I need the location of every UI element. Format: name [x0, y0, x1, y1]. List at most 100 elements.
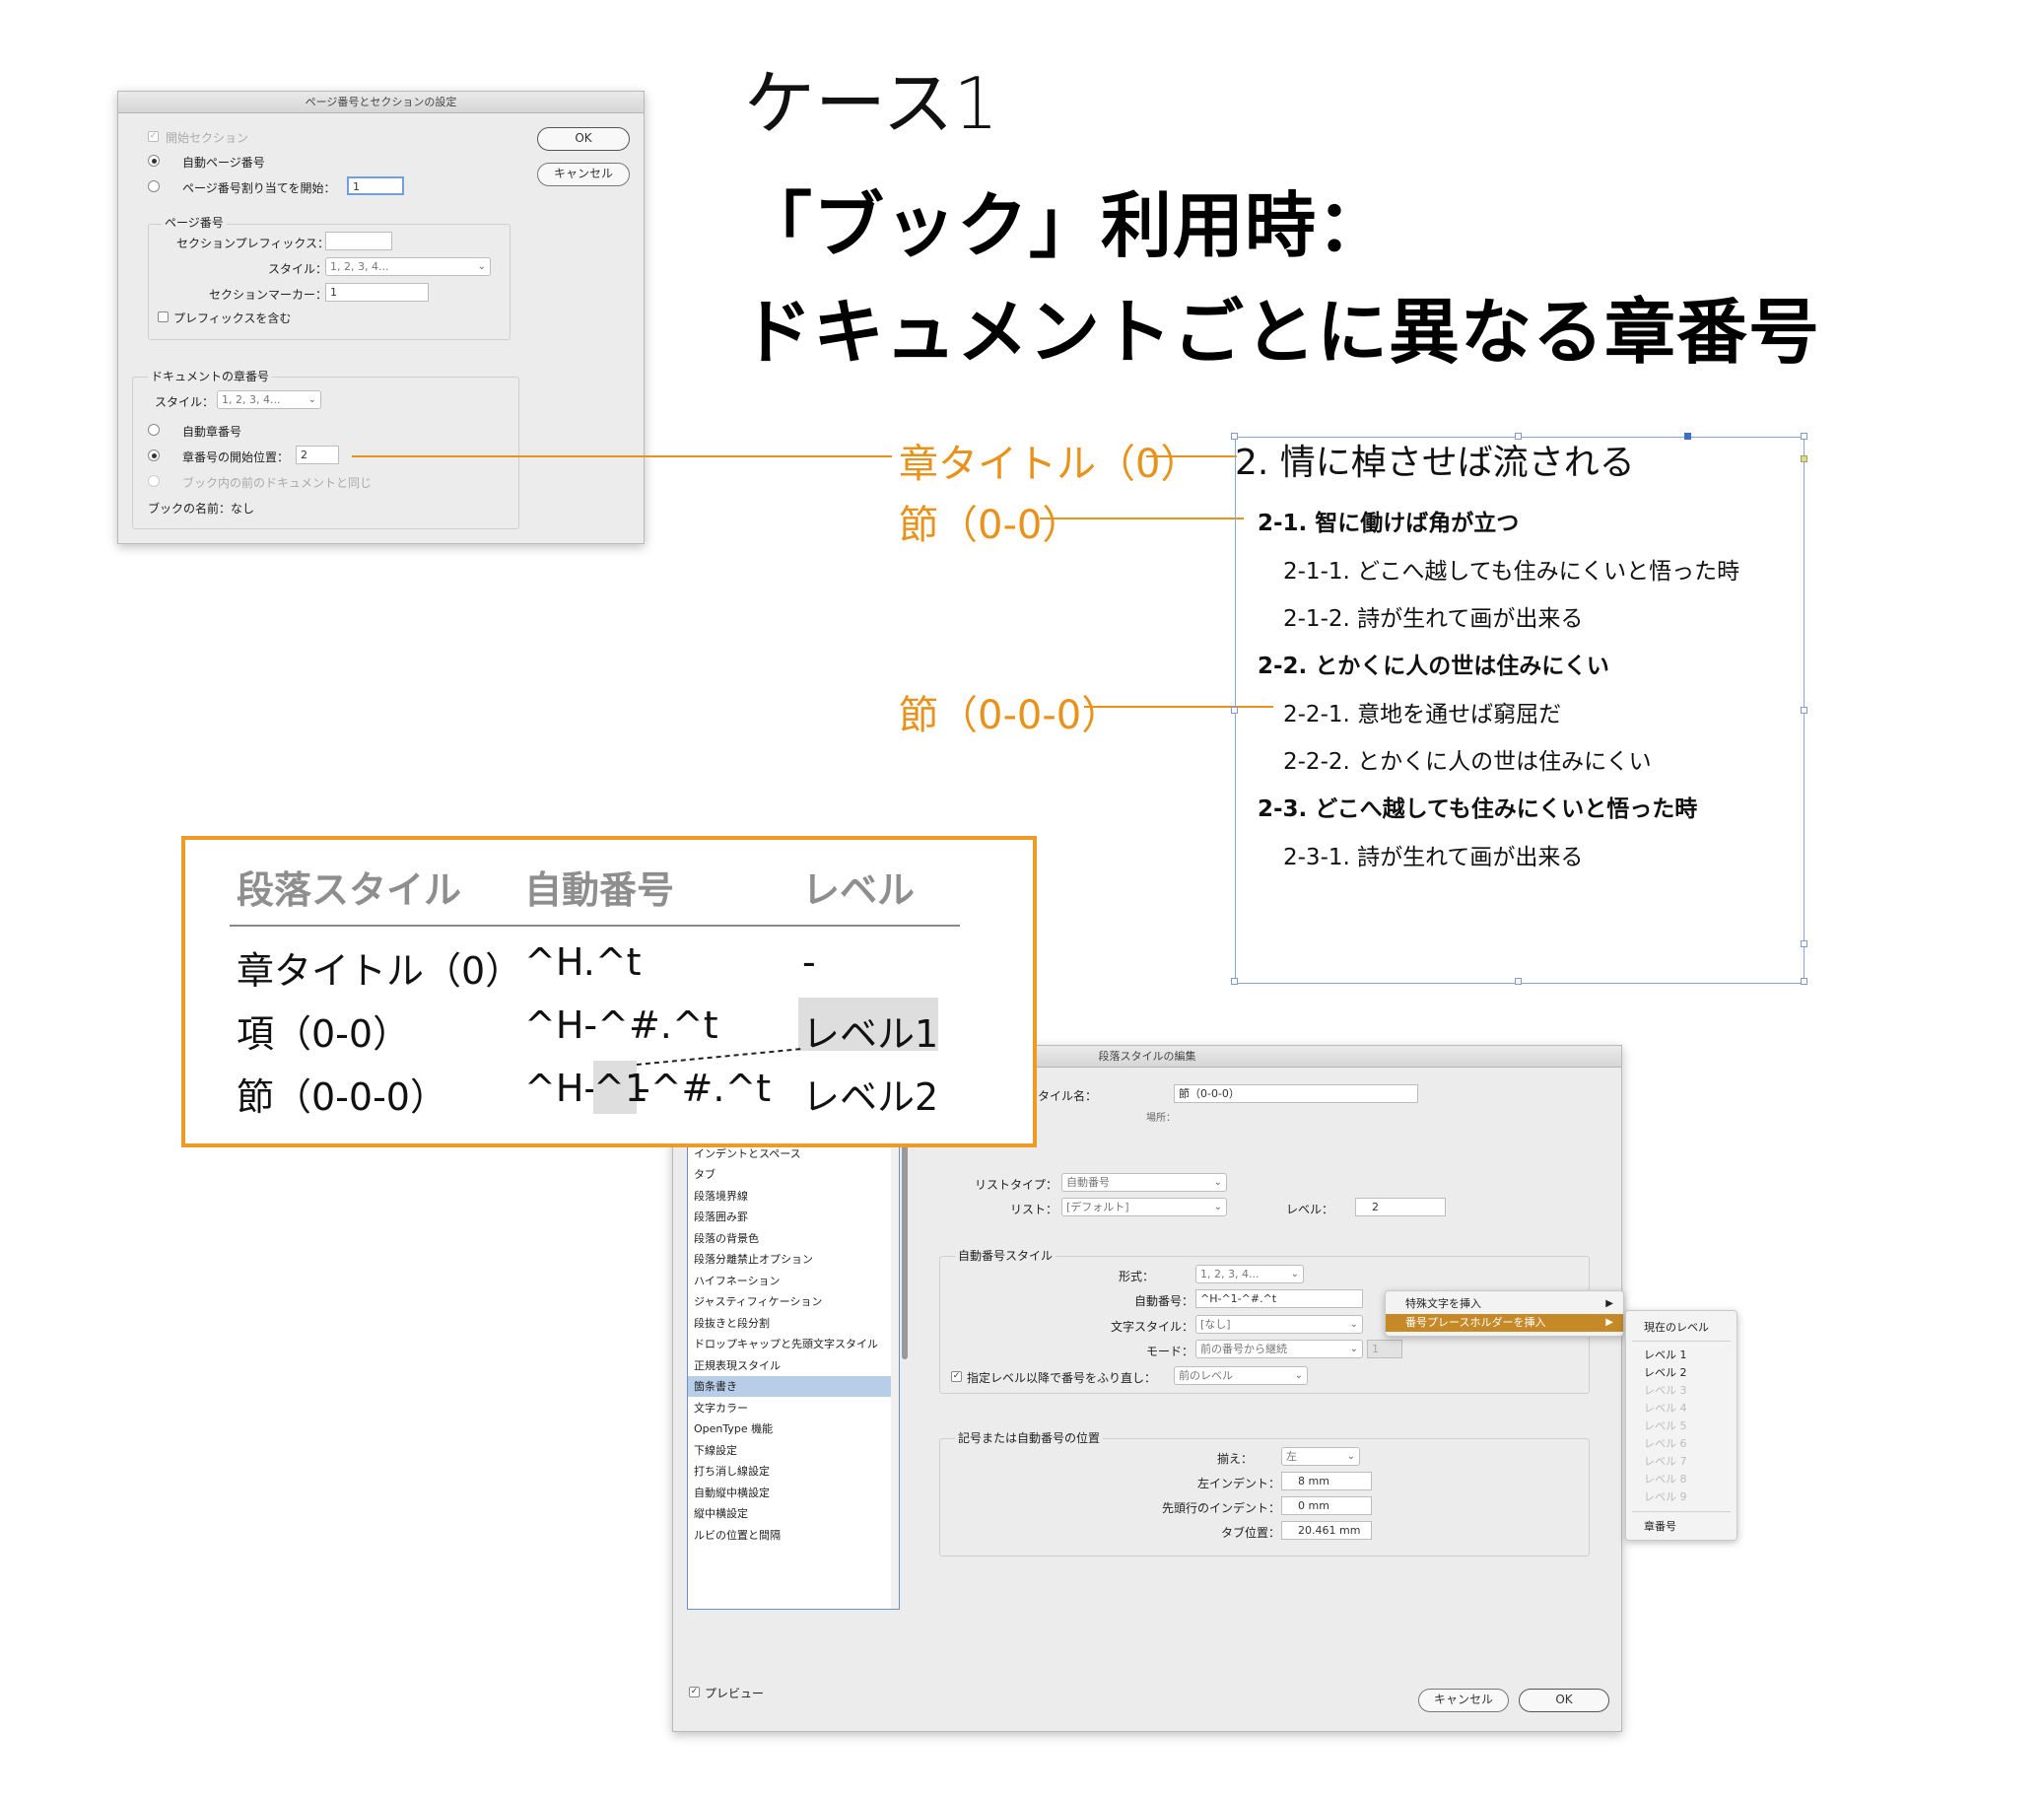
- frame-handle[interactable]: [1801, 978, 1807, 985]
- sample-item: 2-1-2. 詩が生れて画が出来る: [1283, 606, 1584, 632]
- same-as-prev-label: ブック内の前のドキュメントと同じ: [182, 476, 373, 490]
- category-item[interactable]: 段落の背景色: [694, 1230, 759, 1246]
- restart-select[interactable]: 前のレベル ⌄: [1174, 1366, 1308, 1385]
- category-item[interactable]: 縦中横設定: [694, 1505, 748, 1521]
- start-page-radio[interactable]: [148, 180, 160, 192]
- submenu-chapter-number[interactable]: 章番号: [1644, 1518, 1676, 1534]
- auto-chapter-radio[interactable]: [148, 424, 160, 436]
- list-value: [デフォルト]: [1066, 1201, 1129, 1213]
- placeholder-submenu: 現在のレベル レベル 1 レベル 2 レベル 3 レベル 4 レベル 5 レベル…: [1625, 1310, 1737, 1541]
- char-style-select[interactable]: [なし] ⌄: [1195, 1315, 1363, 1334]
- menu-item-placeholder[interactable]: 番号プレースホルダーを挿入 ▶: [1386, 1314, 1623, 1332]
- frame-handle[interactable]: [1801, 707, 1807, 714]
- chapter-start-radio[interactable]: [148, 450, 160, 461]
- ok-button[interactable]: OK: [537, 127, 630, 151]
- category-item[interactable]: 自動縦中横設定: [694, 1485, 770, 1500]
- level-label: レベル：: [1285, 1203, 1333, 1216]
- category-list[interactable]: インデントとスペース タブ 段落境界線 段落囲み罫 段落の背景色 段落分離禁止オ…: [687, 1144, 900, 1610]
- list-type-select[interactable]: 自動番号 ⌄: [1061, 1173, 1227, 1192]
- category-item[interactable]: ルビの位置と間隔: [694, 1527, 781, 1543]
- left-indent-stepper[interactable]: 8 mm: [1281, 1472, 1372, 1490]
- category-item[interactable]: タブ: [694, 1166, 715, 1182]
- cancel-button[interactable]: キャンセル: [1418, 1689, 1509, 1712]
- category-item-selected[interactable]: 箇条書き: [694, 1378, 737, 1394]
- number-input[interactable]: ^H-^1-^#.^t: [1195, 1289, 1363, 1308]
- list-label: リスト：: [1009, 1203, 1057, 1216]
- format-select[interactable]: 1, 2, 3, 4... ⌄: [1195, 1265, 1304, 1283]
- frame-handle[interactable]: [1801, 455, 1807, 462]
- submenu-current-level[interactable]: 現在のレベル: [1644, 1319, 1709, 1335]
- align-select[interactable]: 左 ⌄: [1281, 1447, 1360, 1466]
- tab-position-stepper[interactable]: 20.461 mm: [1281, 1521, 1372, 1540]
- submenu-level[interactable]: レベル 1: [1644, 1347, 1687, 1362]
- preview-label: プレビュー: [705, 1687, 765, 1700]
- category-item[interactable]: 打ち消し線設定: [694, 1463, 770, 1479]
- char-style-label: 文字スタイル：: [1110, 1320, 1193, 1334]
- category-item[interactable]: 段落囲み罫: [694, 1209, 748, 1224]
- chapter-style-label: スタイル：: [155, 395, 215, 409]
- restart-checkbox[interactable]: ✓: [951, 1371, 962, 1382]
- category-item[interactable]: OpenType 機能: [694, 1420, 773, 1436]
- level-stepper[interactable]: 2: [1355, 1198, 1446, 1216]
- category-item[interactable]: 段落分離禁止オプション: [694, 1251, 813, 1267]
- connector-line-chapter: [1146, 455, 1237, 457]
- chapter-start-input[interactable]: 2: [296, 446, 339, 464]
- submenu-level: レベル 5: [1644, 1419, 1687, 1432]
- menu-divider: [1632, 1511, 1731, 1512]
- frame-handle[interactable]: [1231, 978, 1238, 985]
- menu-special-label: 特殊文字を挿入: [1405, 1297, 1481, 1310]
- category-item[interactable]: 文字カラー: [694, 1400, 748, 1416]
- category-item[interactable]: 段抜きと段分割: [694, 1315, 770, 1331]
- mode-number-input[interactable]: 1: [1367, 1340, 1402, 1358]
- align-value: 左: [1286, 1450, 1297, 1463]
- page-title-line1: 「ブック」利用時：: [741, 184, 1390, 267]
- style-name-input[interactable]: 節（0-0-0）: [1174, 1084, 1418, 1103]
- list-select[interactable]: [デフォルト] ⌄: [1061, 1198, 1227, 1216]
- sample-chapter-title: 2. 情に棹させば流される: [1235, 443, 1635, 483]
- callout-subsection: 節（0-0-0）: [899, 693, 1122, 738]
- menu-placeholder-label: 番号プレースホルダーを挿入: [1405, 1316, 1546, 1329]
- align-label: 揃え：: [1216, 1452, 1253, 1466]
- category-item[interactable]: ジャスティフィケーション: [694, 1293, 822, 1309]
- chapter-style-select[interactable]: 1, 2, 3, 4... ⌄: [217, 390, 321, 409]
- start-page-input[interactable]: 1: [347, 176, 404, 195]
- include-prefix-checkbox[interactable]: [158, 311, 169, 322]
- frame-handle[interactable]: [1801, 940, 1807, 947]
- category-item[interactable]: 下線設定: [694, 1442, 737, 1458]
- frame-handle[interactable]: [1684, 433, 1691, 440]
- same-as-prev-radio[interactable]: [148, 475, 160, 487]
- start-section-checkbox[interactable]: ✓: [148, 131, 159, 142]
- frame-handle[interactable]: [1231, 707, 1238, 714]
- restart-label: 指定レベル以降で番号をふり直し：: [967, 1371, 1157, 1385]
- submenu-level[interactable]: レベル 2: [1644, 1364, 1687, 1380]
- menu-item-special-char[interactable]: 特殊文字を挿入 ▶: [1386, 1295, 1623, 1313]
- chevron-down-icon: ⌄: [1290, 1269, 1299, 1279]
- scrollbar[interactable]: [891, 1145, 899, 1609]
- tab-position-label: タブ位置：: [1220, 1526, 1280, 1540]
- include-prefix-label: プレフィックスを含む: [173, 311, 292, 325]
- submenu-level: レベル 8: [1644, 1473, 1687, 1486]
- frame-handle[interactable]: [1801, 433, 1807, 440]
- first-indent-stepper[interactable]: 0 mm: [1281, 1496, 1372, 1515]
- chapter-style-value: 1, 2, 3, 4...: [222, 393, 281, 406]
- start-section-label: 開始セクション: [166, 131, 249, 145]
- number-label: 自動番号：: [1133, 1294, 1193, 1308]
- ok-button[interactable]: OK: [1519, 1689, 1609, 1712]
- section-prefix-input[interactable]: [325, 232, 392, 250]
- page-style-select[interactable]: 1, 2, 3, 4... ⌄: [325, 257, 491, 276]
- category-item[interactable]: ハイフネーション: [694, 1273, 781, 1288]
- category-item[interactable]: ドロップキャップと先頭文字スタイル: [694, 1336, 878, 1351]
- cancel-button[interactable]: キャンセル: [537, 163, 630, 186]
- frame-handle[interactable]: [1515, 978, 1522, 985]
- sample-item: 2-3-1. 詩が生れて画が出来る: [1283, 845, 1584, 870]
- chevron-down-icon: ⌄: [1346, 1451, 1355, 1462]
- submenu-level: レベル 4: [1644, 1402, 1687, 1415]
- preview-checkbox[interactable]: ✓: [689, 1687, 700, 1697]
- mode-select[interactable]: 前の番号から継続 ⌄: [1195, 1340, 1363, 1358]
- section-marker-input[interactable]: 1: [325, 283, 429, 302]
- category-item[interactable]: 段落境界線: [694, 1188, 748, 1204]
- sample-item: 2-2-1. 意地を通せば窮屈だ: [1283, 702, 1562, 727]
- mode-label: モード：: [1145, 1345, 1193, 1358]
- category-item[interactable]: 正規表現スタイル: [694, 1357, 781, 1373]
- auto-page-radio[interactable]: [148, 155, 160, 167]
